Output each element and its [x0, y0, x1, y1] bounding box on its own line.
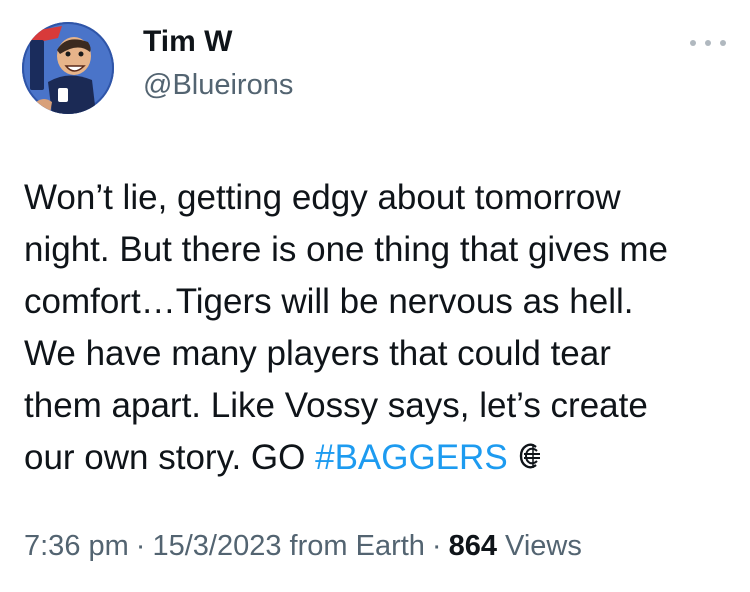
- cartoon-avatar-icon: [22, 22, 114, 114]
- tweet-text-line: them apart. Like Vossy says, let’s creat…: [24, 386, 648, 425]
- tweet-text: Won’t lie, getting edgy about tomorrow n…: [24, 172, 734, 484]
- tweet-text-line: our own story. GO #BAGGERS: [24, 432, 734, 484]
- views-count[interactable]: 864: [449, 530, 497, 562]
- tweet-text-line: night. But there is one thing that gives…: [24, 230, 668, 269]
- tweet-text-line: comfort…Tigers will be nervous as hell.: [24, 282, 634, 321]
- meta-separator: ·: [135, 530, 146, 562]
- display-name[interactable]: Tim W: [143, 24, 232, 60]
- tweet-text-segment: our own story. GO: [24, 438, 316, 477]
- tweet-meta: 7:36 pm · 15/3/2023 from Earth · 864 Views: [24, 526, 582, 566]
- carlton-logo-icon: [519, 443, 540, 469]
- user-handle[interactable]: @Blueirons: [143, 67, 293, 103]
- more-options-button[interactable]: [690, 32, 726, 54]
- tweet-time[interactable]: 7:36 pm: [24, 530, 129, 562]
- avatar[interactable]: [22, 22, 114, 114]
- more-dots-icon: [705, 40, 711, 46]
- tweet-card: Tim W @Blueirons Won’t lie, getting edgy…: [0, 0, 750, 592]
- tweet-date[interactable]: 15/3/2023: [152, 530, 281, 562]
- hashtag-link[interactable]: #BAGGERS: [315, 438, 508, 477]
- meta-separator: ·: [431, 530, 442, 562]
- tweet-text-line: Won’t lie, getting edgy about tomorrow: [24, 178, 621, 217]
- more-dots-icon: [720, 40, 726, 46]
- views-label: Views: [505, 530, 582, 562]
- tweet-text-line: We have many players that could tear: [24, 334, 611, 373]
- more-dots-icon: [690, 40, 696, 46]
- tweet-source: from Earth: [289, 530, 425, 562]
